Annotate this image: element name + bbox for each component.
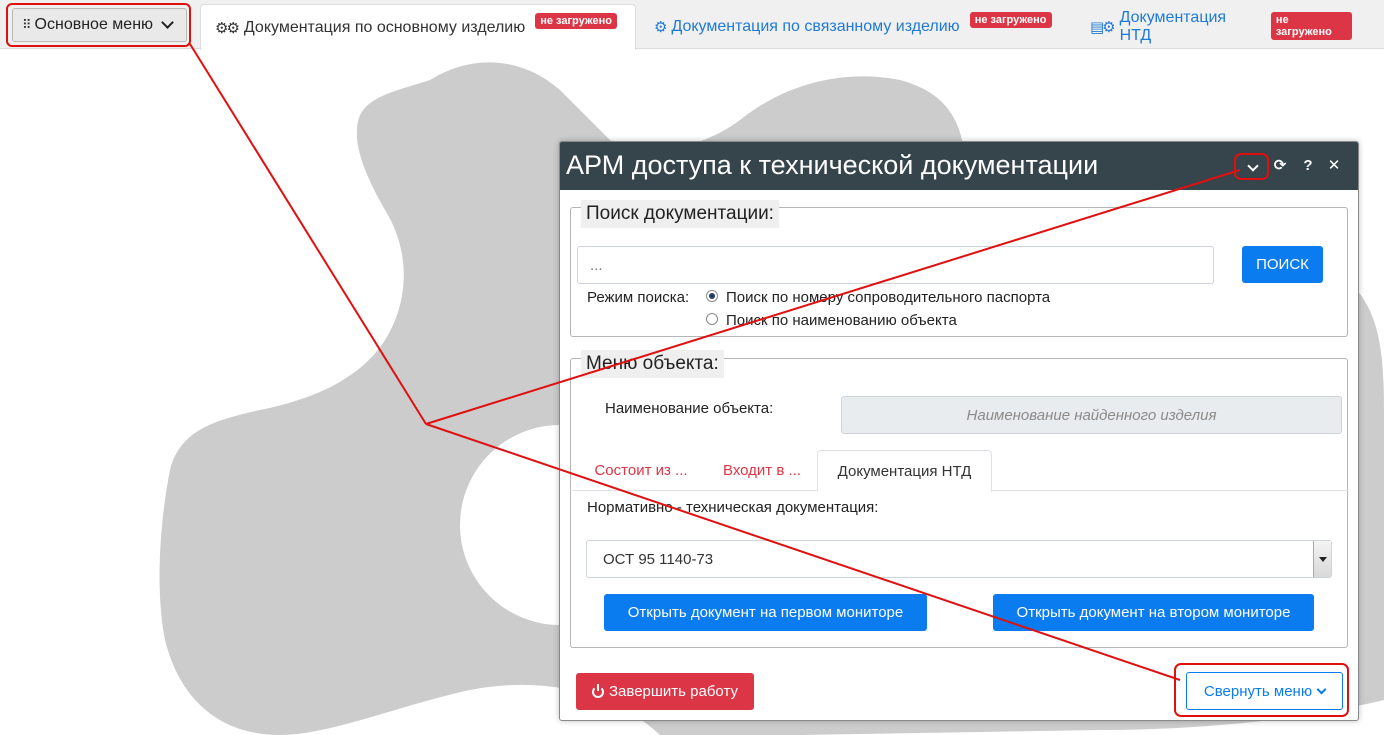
help-icon: ? [1303,157,1313,174]
top-tab-bar: ⠿ Основное меню ⚙⚙ Документация по основ… [0,0,1384,50]
tab-ntd-documentation[interactable]: Документация НТД [817,450,992,492]
tab-label: Документация по связанному изделию [671,17,960,35]
tab-label: Документация по основному изделию [243,18,526,36]
refresh-button[interactable]: ⟳ [1270,156,1290,176]
help-button[interactable]: ? [1298,156,1318,176]
object-name-placeholder: Наименование найденного изделия [966,406,1217,424]
object-name-label: Наименование объекта: [605,400,774,417]
object-menu-legend: Меню объекта: [581,350,724,378]
chevron-down-icon [1247,160,1259,172]
status-badge: не загружено [535,13,618,29]
tab-label: Документация НТД [1119,8,1227,44]
selected-document: ОСТ 95 1140-73 [603,550,714,568]
docs-access-dialog: АРМ доступа к технической документации ⟳… [559,141,1359,721]
search-mode-label: Режим поиска: [587,289,690,306]
ntd-label: Нормативно - техническая документация: [587,499,879,516]
status-badge: не загружено [969,12,1052,28]
radio-label-passport: Поиск по номеру сопроводительного паспор… [726,289,1051,306]
search-button[interactable]: ПОИСК [1242,246,1323,283]
grid-icon: ⠿ [22,17,31,32]
radio-search-by-name[interactable] [706,313,718,325]
dialog-title: АРМ доступа к технической документации [566,150,1099,180]
collapse-menu-button[interactable]: Свернуть меню [1186,672,1343,710]
chevron-down-icon [161,16,174,29]
collapse-chevron-button[interactable] [1243,156,1263,176]
open-second-monitor-button[interactable]: Открыть документ на втором мониторе [993,594,1314,631]
radio-search-by-passport[interactable] [706,290,718,302]
tab-part-of[interactable]: Входит в ... [708,450,816,491]
main-menu-label: Основное меню [34,16,154,33]
dialog-header: АРМ доступа к технической документации ⟳… [560,142,1358,190]
exit-button[interactable]: Завершить работу [576,673,754,710]
document-gear-icon: ▤⚙ [1090,18,1116,36]
refresh-icon: ⟳ [1273,157,1287,174]
triangle-down-icon [1318,556,1327,562]
object-name-field: Наименование найденного изделия [841,396,1342,434]
tab-main-product-docs[interactable]: ⚙⚙ Документация по основному изделию не … [200,4,636,50]
chevron-down-icon [1316,684,1327,694]
gears-icon: ⚙⚙ [215,19,240,37]
search-legend: Поиск документации: [581,200,779,228]
close-icon: ✕ [1327,157,1341,174]
ntd-document-select[interactable]: ОСТ 95 1140-73 [586,540,1332,578]
tab-consists-of[interactable]: Состоит из ... [582,450,700,491]
radio-label-name: Поиск по наименованию объекта [726,312,957,329]
close-button[interactable]: ✕ [1324,156,1344,176]
collapse-menu-label: Свернуть меню [1203,682,1313,700]
search-input[interactable] [577,246,1214,284]
power-icon [592,683,604,698]
tab-ntd-docs[interactable]: ▤⚙ Документация НТД не загружено [1076,4,1366,49]
open-first-monitor-button[interactable]: Открыть документ на первом мониторе [604,594,927,631]
select-dropdown-arrow[interactable] [1313,541,1331,577]
tab-related-product-docs[interactable]: ⚙ Документация по связанному изделию не … [640,4,1070,49]
exit-button-label: Завершить работу [609,683,738,700]
status-badge: не загружено [1270,12,1352,40]
gear-file-icon: ⚙ [654,18,668,36]
main-menu-button[interactable]: ⠿ Основное меню [12,8,187,42]
